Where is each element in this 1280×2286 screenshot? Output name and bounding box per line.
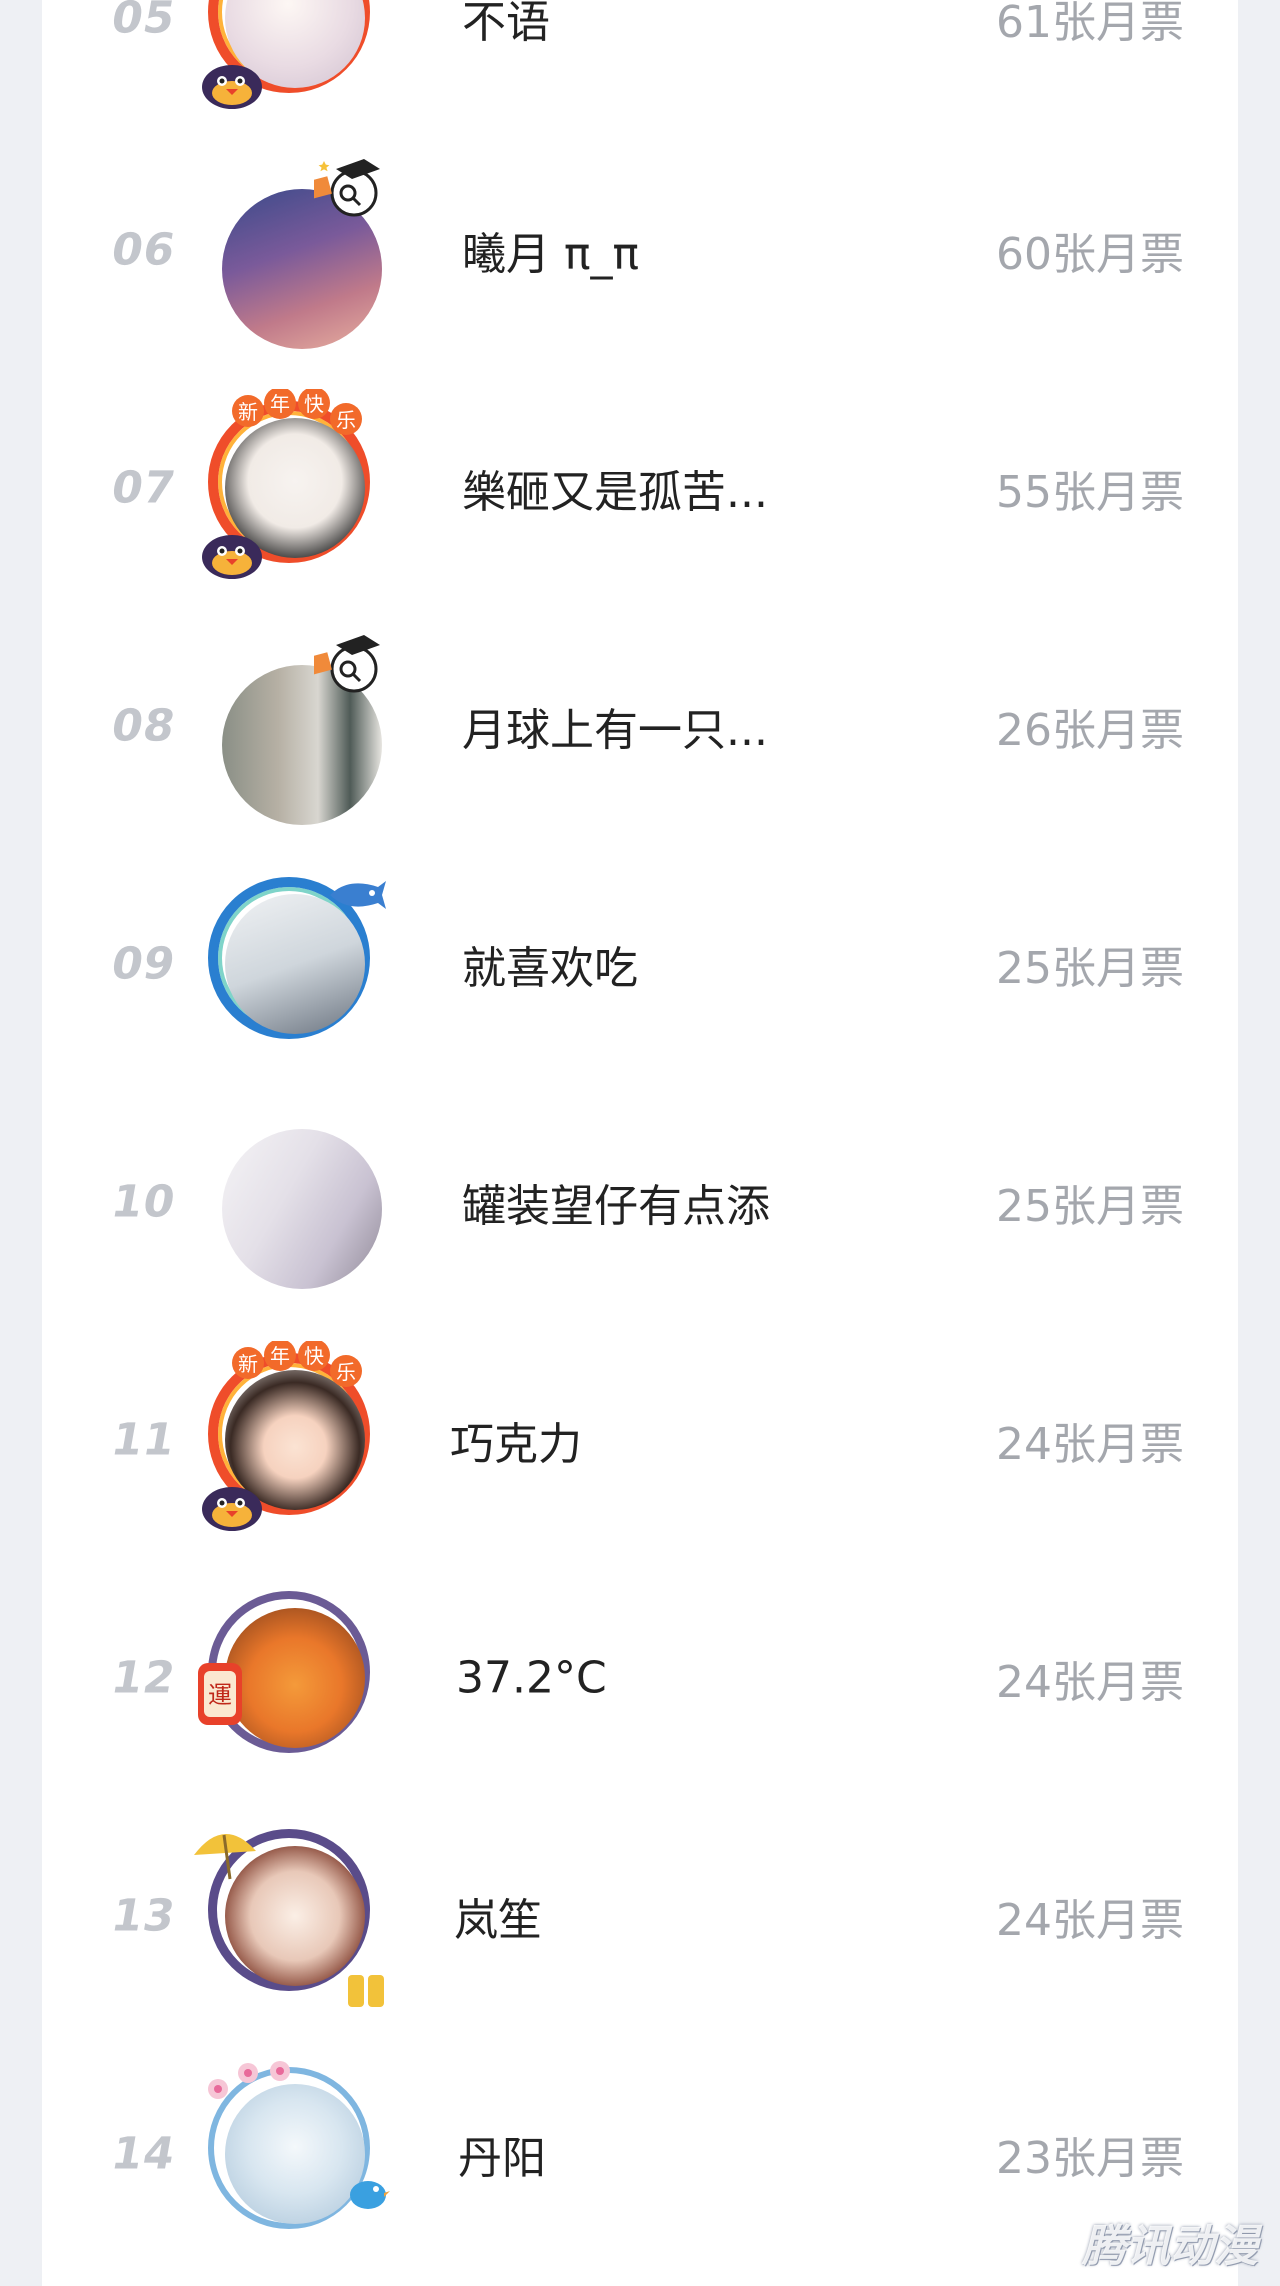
vote-count: 55张月票 xyxy=(996,467,1184,518)
vote-count: 25张月票 xyxy=(996,1181,1184,1232)
user-name: 月球上有一只... xyxy=(462,705,768,756)
rank-number: 08 xyxy=(107,700,180,752)
badge-char: 年 xyxy=(270,392,290,416)
rain-boots-icon xyxy=(348,1975,384,2007)
ranking-row[interactable]: 14 丹阳 23张月票 xyxy=(42,2054,1238,2254)
graduation-cap-icon xyxy=(314,635,380,693)
vote-count: 24张月票 xyxy=(996,1895,1184,1946)
avatar xyxy=(225,894,365,1034)
penguin-mascot-icon xyxy=(202,65,262,109)
bird-icon xyxy=(350,2181,390,2209)
vote-count: 60张月票 xyxy=(996,229,1184,280)
graduation-cap-icon xyxy=(314,159,380,217)
badge-char: 乐 xyxy=(336,1360,356,1384)
watermark-logo: 腾讯动漫 xyxy=(1082,2221,1258,2272)
avatar-frame-new-year[interactable]: 新 年 快 乐 xyxy=(200,389,390,583)
avatar-frame-new-year[interactable] xyxy=(200,0,390,113)
avatar-frame-purple[interactable] xyxy=(194,1821,390,2011)
luck-charm-icon: 運 xyxy=(198,1663,242,1725)
new-year-badge-icon: 新 年 快 乐 xyxy=(232,1341,362,1387)
ranking-row[interactable]: 11 新 年 快 乐 巧克力 24张月票 xyxy=(42,1340,1238,1540)
ranking-row[interactable]: 09 就喜欢吃 25张月票 xyxy=(42,864,1238,1064)
new-year-badge-icon: 新 年 快 乐 xyxy=(232,389,362,435)
rank-number: 14 xyxy=(107,2128,180,2180)
avatar-frame-blue[interactable] xyxy=(200,869,390,1059)
rank-number: 12 xyxy=(107,1652,180,1704)
ranking-row[interactable]: 07 新 年 快 乐 樂砸又是孤苦... 55张月票 xyxy=(42,388,1238,588)
user-name: 樂砸又是孤苦... xyxy=(462,467,768,518)
vote-count: 24张月票 xyxy=(996,1657,1184,1708)
avatar xyxy=(222,1129,382,1289)
cherry-blossom-icon xyxy=(208,2061,290,2099)
avatar-frame-grad[interactable] xyxy=(200,155,390,349)
vote-count: 26张月票 xyxy=(996,705,1184,756)
penguin-mascot-icon xyxy=(202,1487,262,1531)
user-name: 丹阳 xyxy=(458,2133,546,2184)
vote-count: 24张月票 xyxy=(996,1419,1184,1470)
ranking-row[interactable]: 05 不语 61张月票 xyxy=(42,0,1238,118)
user-name: 曦月 π_π xyxy=(462,229,639,280)
luck-char: 運 xyxy=(208,1681,232,1709)
vote-count: 23张月票 xyxy=(996,2133,1184,2184)
rank-number: 13 xyxy=(107,1890,180,1942)
ranking-card: 05 不语 61张月票 06 曦月 π_π 60张月票 07 新 年 快 乐 樂… xyxy=(42,0,1238,2286)
vote-count: 25张月票 xyxy=(996,943,1184,994)
avatar-wrap[interactable] xyxy=(200,1107,390,1297)
rank-number: 10 xyxy=(107,1176,180,1228)
ranking-row[interactable]: 12 運 37.2°C 24张月票 xyxy=(42,1578,1238,1778)
badge-char: 新 xyxy=(238,400,258,424)
user-name: 巧克力 xyxy=(450,1419,582,1470)
rank-number: 06 xyxy=(107,224,180,276)
user-name: 37.2°C xyxy=(456,1652,607,1704)
user-name: 不语 xyxy=(462,0,550,48)
rank-number: 05 xyxy=(107,0,180,44)
badge-char: 快 xyxy=(304,392,324,416)
user-name: 岚笙 xyxy=(454,1895,542,1946)
umbrella-icon xyxy=(194,1833,256,1880)
badge-char: 乐 xyxy=(336,408,356,432)
penguin-mascot-icon xyxy=(202,535,262,579)
carp-streamer-icon xyxy=(330,881,386,909)
badge-char: 新 xyxy=(238,1352,258,1376)
rank-number: 09 xyxy=(107,938,180,990)
ranking-row[interactable]: 10 罐装望仔有点添 25张月票 xyxy=(42,1102,1238,1302)
ranking-row[interactable]: 06 曦月 π_π 60张月票 xyxy=(42,150,1238,350)
badge-char: 快 xyxy=(304,1344,324,1368)
user-name: 罐装望仔有点添 xyxy=(462,1181,770,1232)
avatar-frame-new-year[interactable]: 新 年 快 乐 xyxy=(200,1341,390,1535)
rank-number: 11 xyxy=(107,1414,180,1466)
vote-count: 61张月票 xyxy=(996,0,1184,48)
badge-char: 年 xyxy=(270,1344,290,1368)
ranking-row[interactable]: 13 岚笙 24张月票 xyxy=(42,1816,1238,2016)
avatar-frame-garfield[interactable]: 運 xyxy=(198,1583,390,1773)
rank-number: 07 xyxy=(107,462,180,514)
avatar-frame-grad[interactable] xyxy=(200,631,390,825)
user-name: 就喜欢吃 xyxy=(462,943,638,994)
avatar-frame-flower[interactable] xyxy=(200,2059,390,2249)
ranking-row[interactable]: 08 月球上有一只... 26张月票 xyxy=(42,626,1238,826)
avatar xyxy=(225,1608,365,1748)
